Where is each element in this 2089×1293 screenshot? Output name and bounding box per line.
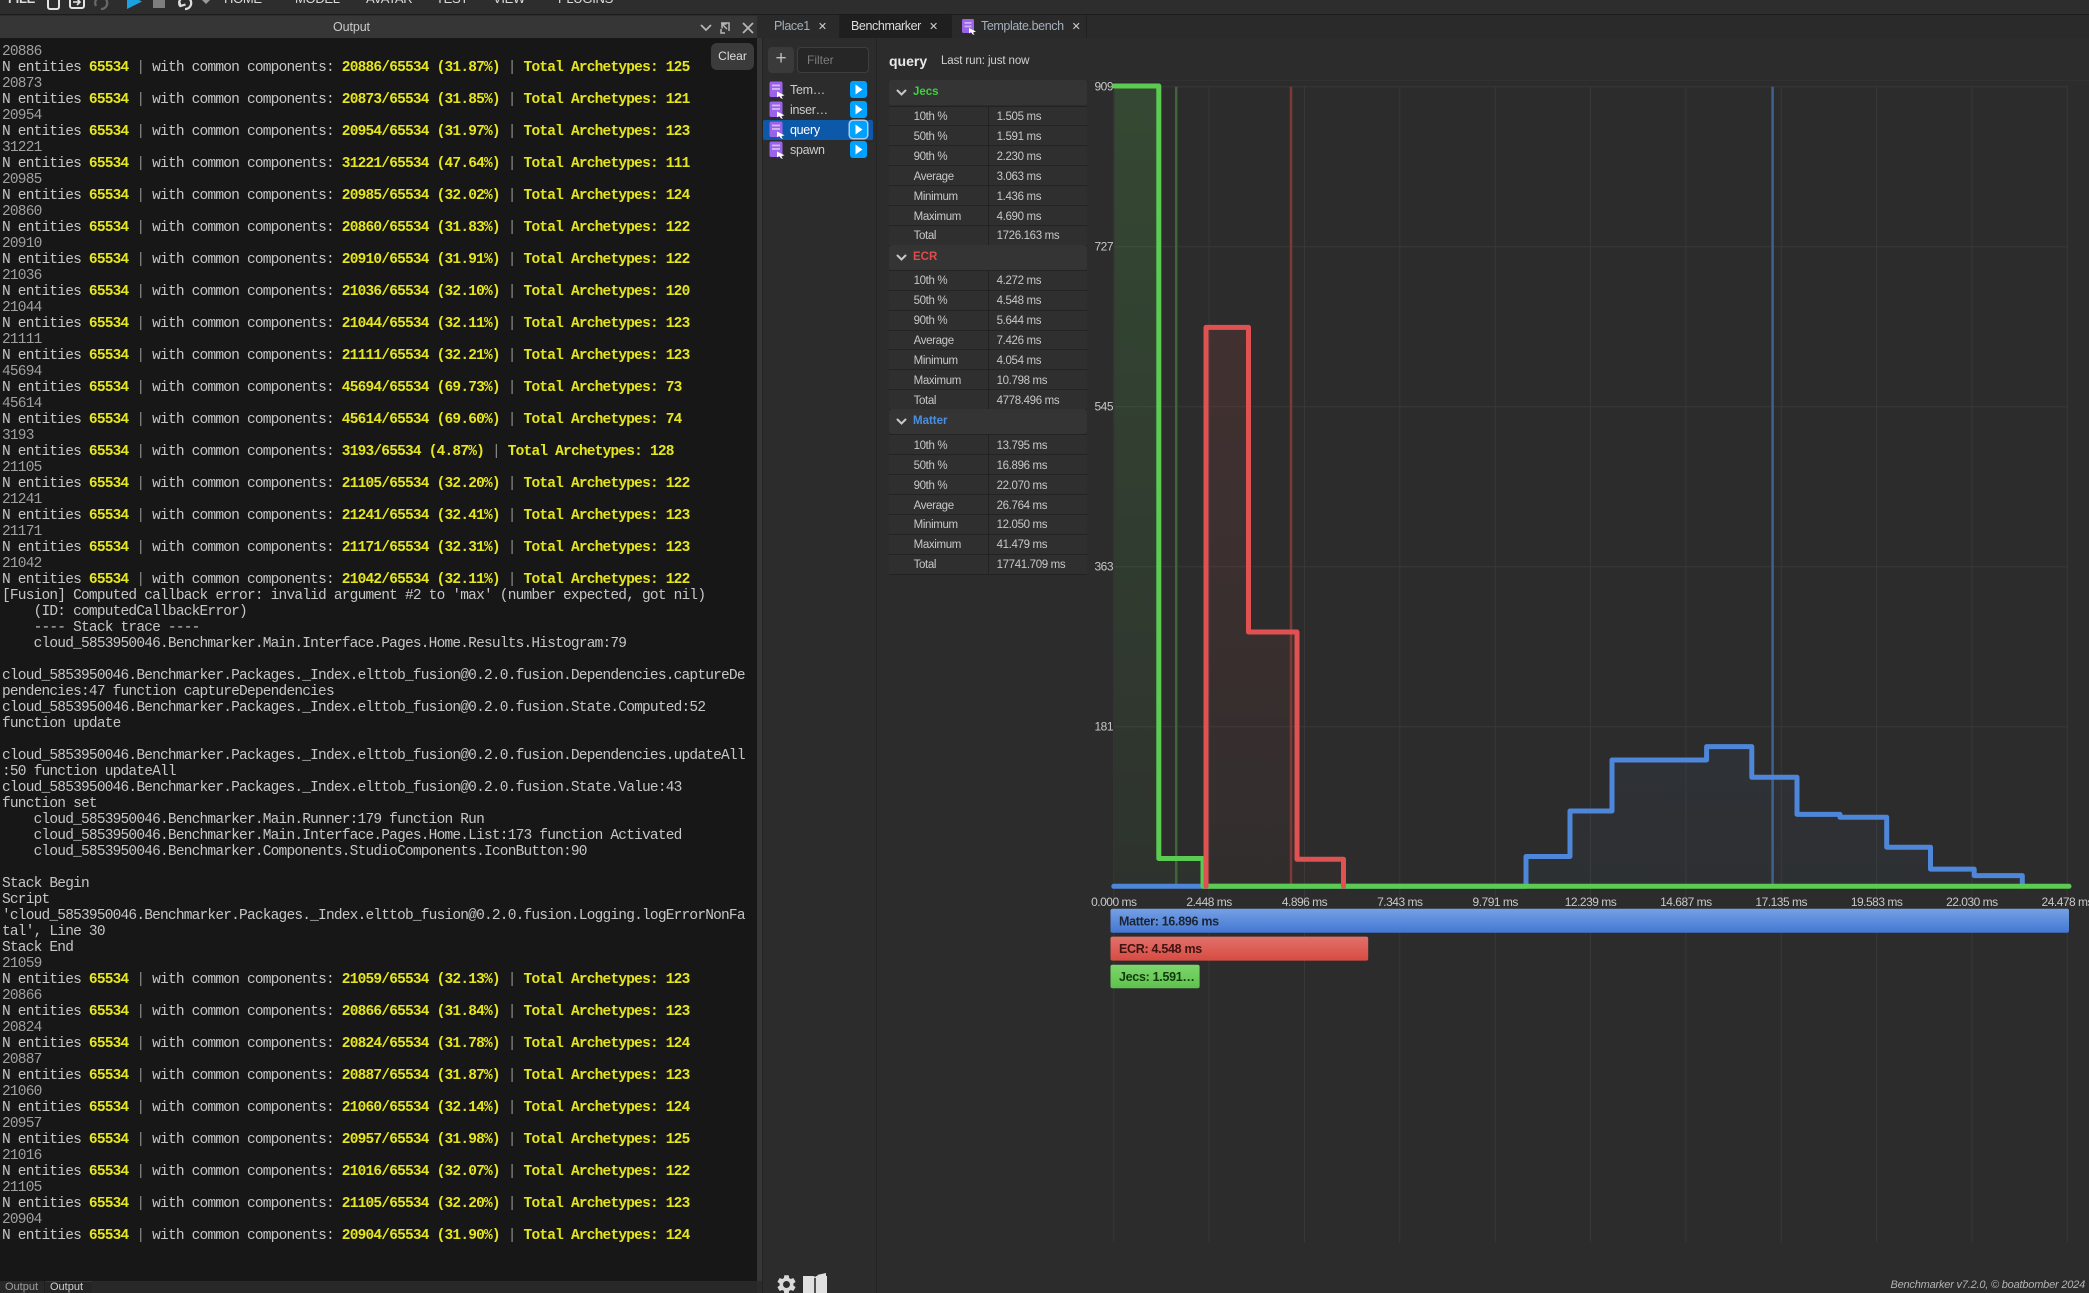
- svg-text:17.135 ms: 17.135 ms: [1755, 895, 1807, 909]
- svg-text:22.030 ms: 22.030 ms: [1946, 895, 1998, 909]
- svg-text:909: 909: [1094, 80, 1113, 94]
- svg-text:14.687 ms: 14.687 ms: [1660, 895, 1712, 909]
- svg-text:2.448 ms: 2.448 ms: [1186, 895, 1232, 909]
- svg-text:ECR: 4.548 ms: ECR: 4.548 ms: [1119, 942, 1202, 956]
- svg-text:363: 363: [1094, 560, 1113, 574]
- svg-text:727: 727: [1094, 240, 1113, 254]
- svg-text:7.343 ms: 7.343 ms: [1377, 895, 1423, 909]
- svg-text:181: 181: [1094, 720, 1113, 734]
- svg-text:4.896 ms: 4.896 ms: [1282, 895, 1328, 909]
- svg-text:Jecs: 1.591…: Jecs: 1.591…: [1119, 970, 1195, 984]
- svg-text:9.791 ms: 9.791 ms: [1473, 895, 1519, 909]
- svg-text:Matter: 16.896 ms: Matter: 16.896 ms: [1119, 914, 1219, 928]
- svg-text:545: 545: [1094, 400, 1113, 414]
- svg-text:0.000 ms: 0.000 ms: [1091, 895, 1137, 909]
- svg-text:12.239 ms: 12.239 ms: [1565, 895, 1617, 909]
- svg-text:19.583 ms: 19.583 ms: [1851, 895, 1903, 909]
- svg-text:24.478 ms: 24.478 ms: [2042, 895, 2089, 909]
